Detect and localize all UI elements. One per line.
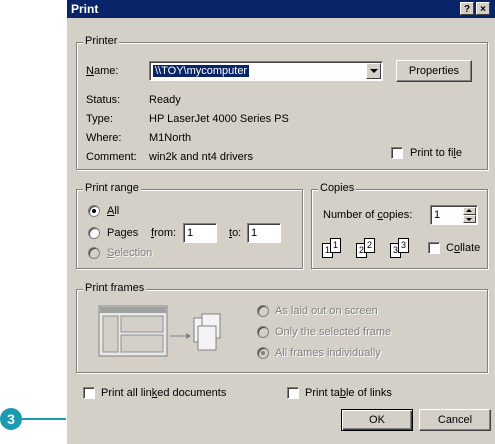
spin-up-button[interactable] bbox=[463, 207, 476, 215]
print-to-file-checkbox[interactable] bbox=[391, 147, 403, 159]
only-selected-radio[interactable] bbox=[257, 326, 269, 338]
close-icon: × bbox=[480, 4, 486, 15]
from-label: from: bbox=[151, 227, 177, 239]
status-label: Status: bbox=[86, 94, 121, 106]
cancel-button[interactable]: Cancel bbox=[419, 409, 491, 431]
printer-name-value: \\TOY\mycomputer bbox=[153, 65, 250, 77]
printer-name-select[interactable]: \\TOY\mycomputer bbox=[149, 61, 383, 81]
chevron-up-icon bbox=[466, 209, 472, 212]
frames-illustration bbox=[92, 302, 242, 358]
copies-value: 1 bbox=[434, 209, 441, 221]
all-radio[interactable] bbox=[88, 205, 100, 217]
title-bar: Print ? × bbox=[67, 0, 495, 18]
as-laid-out-radio[interactable] bbox=[257, 305, 269, 317]
printer-name-label: Name: bbox=[86, 65, 119, 77]
all-label: All bbox=[107, 205, 120, 217]
only-selected-label: Only the selected frame bbox=[275, 326, 392, 338]
type-label: Type: bbox=[86, 113, 113, 125]
callout-number: 3 bbox=[7, 411, 15, 427]
print-to-file-label: Print to file bbox=[410, 147, 462, 159]
selection-radio[interactable] bbox=[88, 247, 100, 259]
close-button[interactable]: × bbox=[476, 2, 490, 15]
ok-button[interactable]: OK bbox=[341, 409, 413, 431]
print-linked-label: Print all linked documents bbox=[101, 387, 227, 399]
print-range-legend: Print range bbox=[83, 182, 141, 194]
chevron-down-icon bbox=[370, 69, 378, 73]
print-dialog: Print ? × Printer Name: \\TOY\mycomputer… bbox=[66, 0, 495, 444]
properties-button[interactable]: Properties bbox=[396, 60, 472, 82]
pages-radio[interactable] bbox=[88, 227, 100, 239]
copies-spinner[interactable]: 1 bbox=[430, 205, 478, 225]
from-input[interactable]: 1 bbox=[183, 223, 217, 243]
print-frames-legend: Print frames bbox=[83, 282, 147, 294]
pages-label: Pages bbox=[107, 227, 139, 239]
print-frames-group: Print frames As laid out on screen Only … bbox=[76, 282, 488, 373]
dropdown-button[interactable] bbox=[366, 63, 381, 79]
from-value: 1 bbox=[187, 227, 194, 239]
properties-label: Properties bbox=[408, 65, 460, 77]
cancel-label: Cancel bbox=[437, 414, 473, 426]
selection-label: Selection bbox=[107, 247, 153, 259]
callout-badge: 3 bbox=[0, 408, 22, 430]
collate-page: 2 bbox=[364, 238, 375, 253]
print-linked-checkbox[interactable] bbox=[83, 387, 95, 399]
copies-group: Copies Number of copies: 1 1 1 2 2 3 3 C… bbox=[311, 182, 488, 269]
comment-label: Comment: bbox=[86, 151, 137, 163]
type-value: HP LaserJet 4000 Series PS bbox=[149, 113, 289, 125]
collate-checkbox[interactable] bbox=[428, 242, 440, 254]
where-value: M1North bbox=[149, 132, 192, 144]
comment-value: win2k and nt4 drivers bbox=[149, 151, 253, 163]
print-table-label: Print table of links bbox=[305, 387, 392, 399]
dialog-title: Print bbox=[71, 2, 99, 16]
copies-legend: Copies bbox=[318, 182, 357, 194]
status-value: Ready bbox=[149, 94, 181, 106]
all-frames-label: All frames individually bbox=[275, 347, 381, 359]
to-input[interactable]: 1 bbox=[247, 223, 281, 243]
spin-down-button[interactable] bbox=[463, 215, 476, 223]
collate-page: 3 bbox=[398, 238, 409, 253]
to-value: 1 bbox=[251, 227, 258, 239]
all-frames-radio[interactable] bbox=[257, 347, 269, 359]
print-range-group: Print range All Pages from: 1 to: 1 Sele… bbox=[76, 182, 303, 269]
copies-number-label: Number of copies: bbox=[323, 209, 413, 221]
print-table-checkbox[interactable] bbox=[287, 387, 299, 399]
as-laid-out-label: As laid out on screen bbox=[275, 305, 378, 317]
help-button[interactable]: ? bbox=[460, 2, 474, 15]
chevron-down-icon bbox=[466, 218, 472, 221]
help-icon: ? bbox=[463, 4, 471, 15]
frames-icon bbox=[98, 305, 221, 357]
collate-page: 1 bbox=[330, 238, 341, 253]
collate-illustration: 1 1 2 2 3 3 bbox=[322, 235, 422, 261]
printer-group: Printer Name: \\TOY\mycomputer Propertie… bbox=[76, 35, 488, 170]
collate-label: Collate bbox=[446, 242, 481, 254]
to-label: to: bbox=[229, 227, 242, 239]
where-label: Where: bbox=[86, 132, 122, 144]
printer-legend: Printer bbox=[83, 35, 120, 47]
ok-label: OK bbox=[369, 414, 385, 426]
